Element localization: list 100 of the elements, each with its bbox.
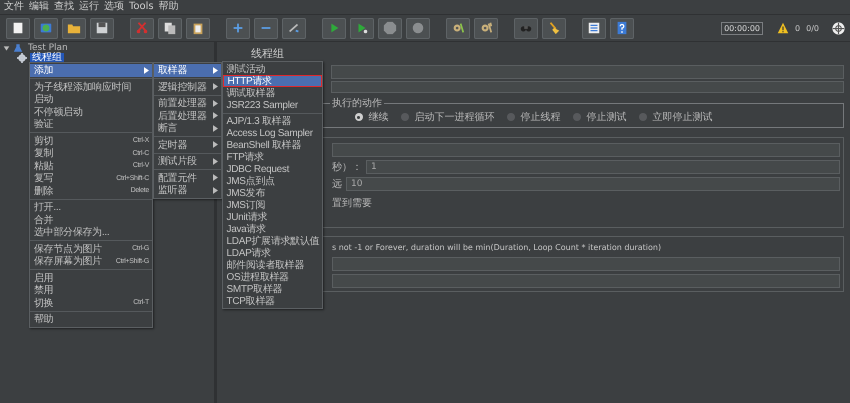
menu-item[interactable]: 定时器 <box>154 138 221 151</box>
menu-item[interactable]: 启动 <box>30 93 152 106</box>
menu-item[interactable]: SMTP取样器 <box>222 283 322 295</box>
radio-label: 停止线程 <box>520 110 560 124</box>
toolbar-button[interactable] <box>474 18 498 38</box>
menu-item[interactable]: 打开... <box>30 201 152 214</box>
tree-node[interactable]: 线程组 <box>30 53 64 63</box>
menu-item[interactable]: 为子线程添加响应时间 <box>30 80 152 93</box>
menu-item[interactable]: JSR223 Sampler <box>222 99 322 111</box>
menu-item[interactable]: OS进程取样器 <box>222 271 322 283</box>
radio-label: 继续 <box>368 110 388 124</box>
broom-icon <box>547 21 561 35</box>
field-label: 秒）： <box>332 160 362 174</box>
list-icon <box>587 21 601 35</box>
copy-icon <box>163 21 177 35</box>
menu-item[interactable]: 断言 <box>154 122 221 134</box>
menu-item[interactable]: AJP/1.3 取样器 <box>222 115 322 127</box>
menu-item[interactable]: 选中部分保存为... <box>30 226 152 238</box>
menu-item[interactable]: 邮件阅读者取样器 <box>222 259 322 271</box>
menu-item[interactable]: 配置元件 <box>154 172 221 184</box>
menu-item[interactable]: 验证 <box>30 118 152 130</box>
menu-item[interactable]: 添加 <box>30 64 152 76</box>
menu-item[interactable]: Tools <box>129 0 154 14</box>
menu-item[interactable]: TCP取样器 <box>222 295 322 307</box>
menu-item[interactable]: 取样器 <box>154 64 221 76</box>
menu-item[interactable]: 禁用 <box>30 284 152 296</box>
menu-item[interactable]: Java请求 <box>222 223 322 235</box>
toolbar-button[interactable] <box>6 18 30 38</box>
warning-icon <box>777 22 790 34</box>
menu-item[interactable]: 帮助 <box>158 0 179 14</box>
menu-item[interactable]: FTP请求 <box>222 151 322 163</box>
toolbar-button[interactable] <box>62 18 86 38</box>
menu-item[interactable]: JMS订阅 <box>222 199 322 211</box>
input-field[interactable] <box>331 81 844 93</box>
wand-icon <box>287 21 301 35</box>
note-text: s not -1 or Forever, duration will be min(Duration, Loop Count * iteration duration) <box>332 242 662 254</box>
input-field[interactable] <box>331 65 844 79</box>
submenu-arrow-icon <box>144 66 149 74</box>
radio-button[interactable] <box>638 113 646 121</box>
option-label: 置到需要 <box>332 197 372 210</box>
submenu-arrow-icon <box>212 66 218 74</box>
flask-icon <box>13 43 23 53</box>
toolbar-button[interactable] <box>34 18 58 38</box>
menu-item[interactable]: 合并 <box>30 214 152 226</box>
menu-item[interactable]: HTTP请求 <box>222 75 322 87</box>
scissors-icon <box>135 21 149 35</box>
menu-item[interactable]: JDBC Request <box>222 163 322 175</box>
menu-item[interactable]: 逻辑控制器 <box>154 80 221 93</box>
radio-label: 立即停止测试 <box>652 110 712 124</box>
radio-button[interactable] <box>400 113 408 121</box>
menu-item[interactable]: JMS点到点 <box>222 175 322 187</box>
input-field[interactable]: 10 <box>346 177 840 191</box>
input-field[interactable] <box>332 143 840 157</box>
toolbar-button[interactable] <box>158 18 182 38</box>
group-label: 执行的动作 <box>331 98 383 109</box>
menu-item[interactable]: BeanShell 取样器 <box>222 139 322 151</box>
stop-icon <box>383 21 397 35</box>
toolbar-button[interactable] <box>542 18 566 38</box>
menu-item[interactable]: 后置处理器 <box>154 110 221 122</box>
menu-item[interactable]: 启用 <box>30 272 152 284</box>
menu-item[interactable]: 不停顿启动 <box>30 106 152 118</box>
menu-item[interactable]: 测试片段 <box>154 155 221 168</box>
input-field[interactable] <box>332 257 840 271</box>
toolbar-button[interactable] <box>446 18 470 38</box>
menu-item[interactable]: 编辑 <box>29 0 49 14</box>
menu-item[interactable]: 查找 <box>54 0 74 14</box>
menu-item[interactable]: 帮助 <box>30 313 152 326</box>
tree-node[interactable]: Test Plan <box>26 43 70 53</box>
clipboard-icon <box>191 21 205 35</box>
menu-item[interactable]: JMS发布 <box>222 187 322 199</box>
radio-label: 停止测试 <box>586 110 626 124</box>
menu-item[interactable]: 测试活动 <box>222 63 322 75</box>
help-icon <box>615 21 629 35</box>
plus-icon <box>231 21 245 35</box>
menu-item[interactable]: LDAP请求 <box>222 247 322 259</box>
menu-item[interactable]: JUnit请求 <box>222 211 322 223</box>
field-label: 远 <box>332 178 342 191</box>
radio-button[interactable] <box>572 113 580 121</box>
radio-label: 启动下一进程循环 <box>414 110 494 124</box>
toolbar-button[interactable] <box>226 18 250 38</box>
stop-circle-icon <box>411 21 425 35</box>
floppy-icon <box>95 21 109 35</box>
menu-item[interactable]: 选项 <box>104 0 124 14</box>
menu-item[interactable]: 运行 <box>79 0 99 14</box>
input-field[interactable]: 1 <box>366 160 840 174</box>
toolbar-button[interactable] <box>582 18 606 38</box>
menu-item[interactable]: 监听器 <box>154 184 221 196</box>
input-field[interactable] <box>332 274 840 288</box>
menu-item[interactable]: 前置处理器 <box>154 97 221 110</box>
radio-button[interactable] <box>506 113 514 121</box>
menu-item[interactable]: LDAP扩展请求默认值 <box>222 235 322 247</box>
thread-count: 0/0 <box>806 24 819 32</box>
toolbar-button[interactable] <box>186 18 210 38</box>
radio-button[interactable] <box>354 113 362 121</box>
menu-item[interactable]: Access Log Sampler <box>222 127 322 139</box>
menu-item[interactable]: 调试取样器 <box>222 87 322 99</box>
menu-item[interactable]: 文件 <box>4 0 24 14</box>
toolbar-button[interactable] <box>610 18 634 38</box>
toolbar-button[interactable] <box>282 18 306 38</box>
toolbar-button[interactable] <box>90 18 114 38</box>
